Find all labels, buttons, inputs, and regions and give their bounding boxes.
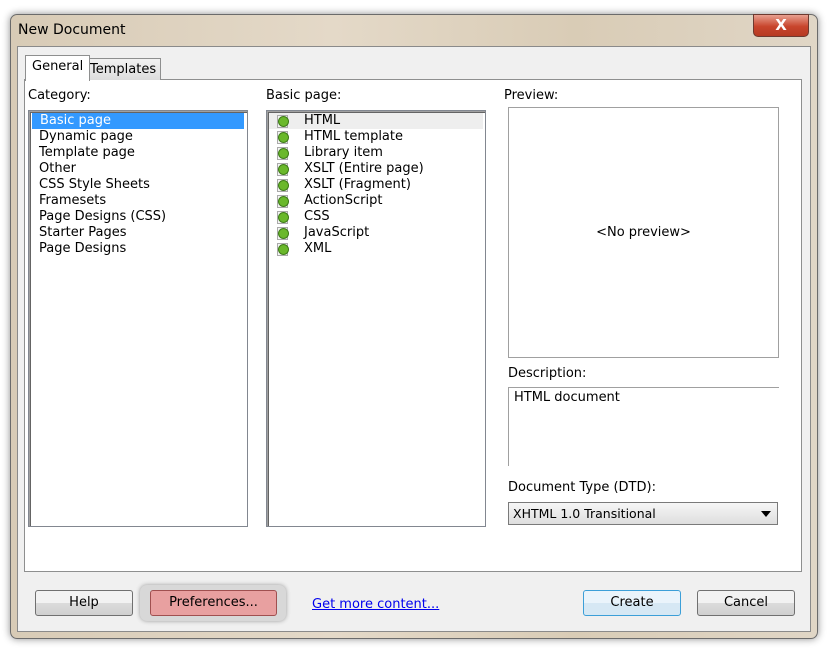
window-title: New Document [18, 22, 126, 38]
basic-page-item-label: CSS [304, 209, 330, 224]
basic-page-item-label: JavaScript [304, 225, 370, 240]
document-icon [277, 162, 289, 176]
doctype-label: Document Type (DTD): [508, 480, 656, 495]
close-button[interactable]: X [753, 14, 809, 37]
category-item[interactable]: Page Designs [31, 241, 245, 257]
category-item[interactable]: Starter Pages [31, 225, 245, 241]
doctype-value: XHTML 1.0 Transitional [513, 506, 656, 521]
cancel-button[interactable]: Cancel [697, 590, 795, 616]
basic-page-item[interactable]: XSLT (Entire page) [269, 161, 483, 177]
preview-box: <No preview> [508, 107, 779, 358]
basic-page-item[interactable]: XSLT (Fragment) [269, 177, 483, 193]
category-item[interactable]: CSS Style Sheets [31, 177, 245, 193]
basic-page-list[interactable]: HTML HTML template Library item XSLT (Entir… [266, 110, 486, 527]
description-label: Description: [508, 366, 587, 381]
preview-label: Preview: [504, 88, 559, 103]
tab-templates[interactable]: Templates [85, 58, 162, 80]
document-icon [277, 226, 289, 240]
preferences-button[interactable]: Preferences... [150, 590, 277, 616]
basic-page-item[interactable]: XML [269, 241, 483, 257]
document-icon [277, 146, 289, 160]
basic-page-item-label: HTML [304, 113, 341, 128]
document-icon [277, 242, 289, 256]
category-item[interactable]: Framesets [31, 193, 245, 209]
category-item[interactable]: Other [31, 161, 245, 177]
basic-page-item[interactable]: HTML [269, 113, 483, 129]
doctype-select[interactable]: XHTML 1.0 Transitional [508, 502, 778, 525]
category-item[interactable]: Template page [31, 145, 245, 161]
category-item[interactable]: Dynamic page [31, 129, 245, 145]
basic-page-item-label: Library item [304, 145, 383, 160]
basic-page-item-label: HTML template [304, 129, 403, 144]
category-list[interactable]: Basic page Dynamic page Template page Other… [28, 110, 248, 527]
basic-page-item[interactable]: JavaScript [269, 225, 483, 241]
document-icon [277, 194, 289, 208]
document-icon [277, 114, 289, 128]
document-icon [277, 210, 289, 224]
basic-page-item[interactable]: ActionScript [269, 193, 483, 209]
chevron-down-icon [761, 511, 771, 517]
get-more-content-link[interactable]: Get more content... [312, 597, 439, 612]
description-text: HTML document [508, 387, 779, 466]
category-label: Category: [28, 88, 91, 103]
basic-page-item-label: XSLT (Fragment) [304, 177, 411, 192]
basic-page-item-label: XSLT (Entire page) [304, 161, 424, 176]
preview-text: <No preview> [596, 225, 691, 240]
basic-page-item-label: ActionScript [304, 193, 383, 208]
basic-page-item[interactable]: HTML template [269, 129, 483, 145]
basic-page-item[interactable]: CSS [269, 209, 483, 225]
document-icon [277, 130, 289, 144]
tab-general[interactable]: General [25, 55, 91, 81]
category-item[interactable]: Basic page [32, 113, 244, 129]
document-icon [277, 178, 289, 192]
create-button[interactable]: Create [583, 590, 681, 616]
category-item[interactable]: Page Designs (CSS) [31, 209, 245, 225]
basic-page-label: Basic page: [266, 88, 342, 103]
basic-page-item-label: XML [304, 241, 332, 256]
basic-page-item[interactable]: Library item [269, 145, 483, 161]
help-button[interactable]: Help [35, 590, 133, 616]
